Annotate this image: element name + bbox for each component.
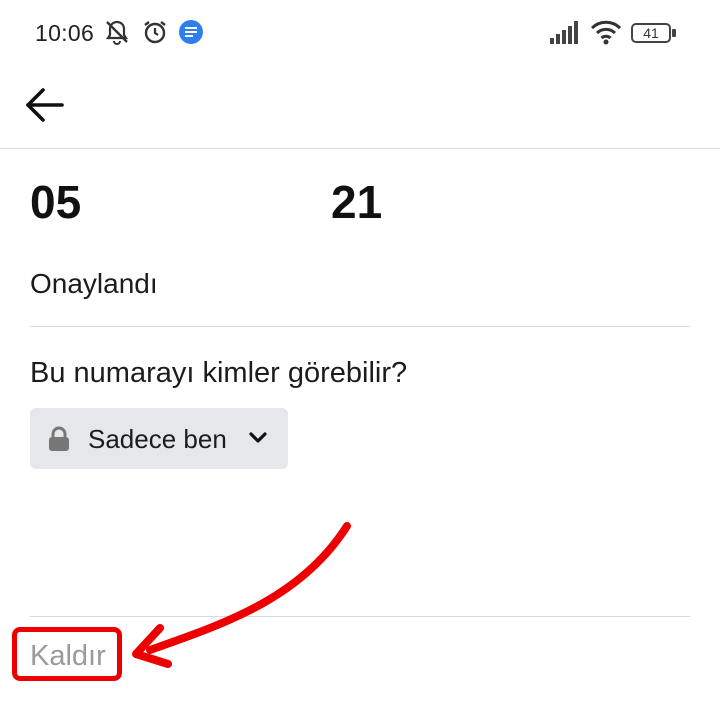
status-time: 10:06 [35,20,95,46]
battery-icon: 41 [631,23,671,43]
verification-status: Onaylandı [30,268,158,299]
back-arrow-icon[interactable] [22,82,68,128]
message-notification-icon [179,20,203,44]
audience-selected-label: Sadece ben [88,424,227,454]
phone-number-prefix: 05 [30,176,82,228]
app-bar [0,66,720,149]
divider [30,326,690,327]
silent-notification-icon [105,20,129,45]
visibility-question: Bu numarayı kimler görebilir? [30,357,408,389]
chevron-down-icon [249,432,267,443]
divider [30,616,690,617]
phone-number-suffix: 21 [331,176,383,228]
wifi-icon [590,20,622,45]
status-bar: 10:06 41 [0,0,720,66]
lock-icon [49,426,69,451]
annotation-highlight-box [12,627,122,681]
battery-level: 41 [643,25,659,41]
alarm-icon [144,21,166,44]
audience-selector-button[interactable]: Sadece ben [30,408,288,469]
signal-icon [550,21,578,44]
battery-tip [672,29,676,37]
